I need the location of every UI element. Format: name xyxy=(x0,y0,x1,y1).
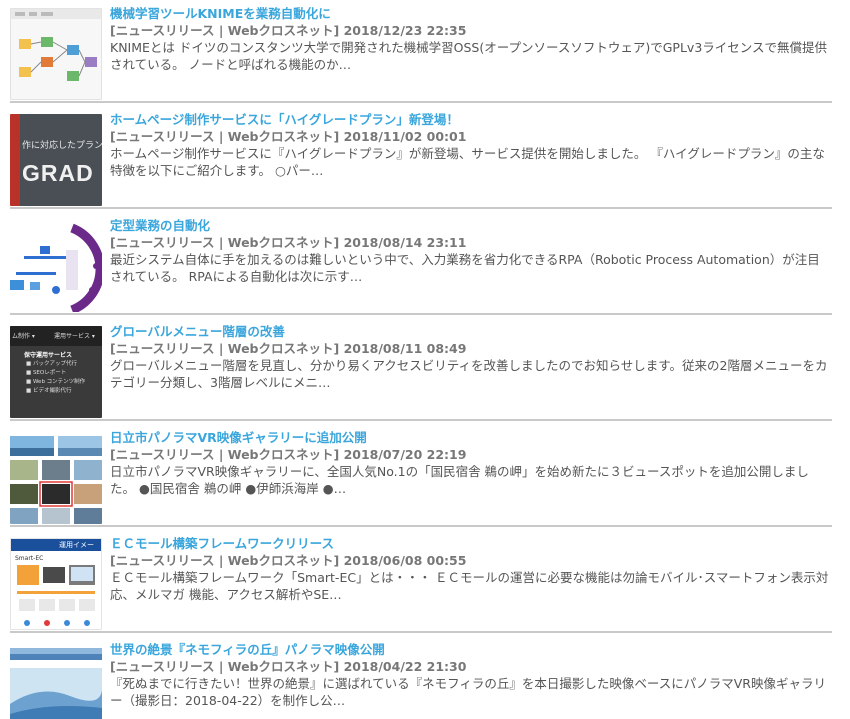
article-meta: [ニュースリリース | Webクロスネット] 2018/08/14 23:11 xyxy=(110,235,467,250)
thumb-menu-label: 運用サービス ▾ xyxy=(54,333,95,340)
high-grade-plan-thumbnail[interactable]: 作に対応したプラン GRAD xyxy=(10,114,102,206)
news-item: 世界の絶景『ネモフィラの丘』パノラマ映像公開 [ニュースリリース | Webクロ… xyxy=(0,636,850,719)
thumb-caption: 作に対応したプラン xyxy=(22,141,102,151)
thumb-menu-item: ■ SEOレポート xyxy=(26,370,67,376)
news-item: 定型業務の自動化 [ニュースリリース | Webクロスネット] 2018/08/… xyxy=(0,212,850,314)
article-title-link[interactable]: 定型業務の自動化 xyxy=(110,217,832,234)
news-item: ム制作 ▾ 運用サービス ▾ 保守運用サービス ■ バックアップ代行 ■ SEO… xyxy=(0,318,850,420)
article-title-link[interactable]: ＥＣモール構築フレームワークリリース xyxy=(110,535,832,552)
article-title-link[interactable]: グローバルメニュー階層の改善 xyxy=(110,323,832,340)
article-excerpt: 最近システム自体に手を加えるのは難しいという中で、入力業務を省力化できるRPA（… xyxy=(110,252,820,284)
nemophila-hill-thumbnail[interactable] xyxy=(10,644,102,719)
divider xyxy=(10,525,832,527)
article-excerpt: ホームページ制作サービスに『ハイグレードプラン』が新登場、サービス提供を開始しま… xyxy=(110,146,825,178)
thumb-menu-head: 保守運用サービス xyxy=(24,352,73,359)
article-excerpt: KNIMEとは ドイツのコンスタンツ大学で開発された機械学習OSS(オープンソー… xyxy=(110,40,828,72)
thumb-menu-item: ■ Web コンテンツ制作 xyxy=(26,379,86,385)
article-title-link[interactable]: 世界の絶景『ネモフィラの丘』パノラマ映像公開 xyxy=(110,641,832,658)
thumb-grade-text: GRAD xyxy=(22,160,94,186)
article-title-link[interactable]: ホームページ制作サービスに「ハイグレードプラン」新登場！ xyxy=(110,111,832,128)
article-meta: [ニュースリリース | Webクロスネット] 2018/06/08 00:55 xyxy=(110,553,467,568)
news-item: 機械学習ツールKNIMEを業務自動化に [ニュースリリース | Webクロスネッ… xyxy=(0,0,850,102)
rpa-automation-thumbnail[interactable] xyxy=(10,220,102,312)
thumb-menu-label: ム制作 ▾ xyxy=(12,333,35,340)
divider xyxy=(10,313,832,315)
divider xyxy=(10,207,832,209)
thumb-menu-item: ■ バックアップ代行 xyxy=(26,361,77,367)
article-title-link[interactable]: 日立市パノラマVR映像ギャラリーに追加公開 xyxy=(110,429,832,446)
article-excerpt: グローバルメニュー階層を見直し、分かり易くアクセスビリティを改善しましたのでお知… xyxy=(110,358,828,390)
global-menu-thumbnail[interactable]: ム制作 ▾ 運用サービス ▾ 保守運用サービス ■ バックアップ代行 ■ SEO… xyxy=(10,326,102,418)
divider xyxy=(10,101,832,103)
news-list: 機械学習ツールKNIMEを業務自動化に [ニュースリリース | Webクロスネッ… xyxy=(0,0,850,719)
article-excerpt: ＥＣモール構築フレームワーク「Smart-EC」とは・・・ ＥＣモールの運営に必… xyxy=(110,570,829,602)
hitachi-panorama-thumbnail[interactable] xyxy=(10,432,102,524)
article-excerpt: 日立市パノラマVR映像ギャラリーに、全国人気No.1の「国民宿舎 鵜の岬」を始め… xyxy=(110,464,809,496)
article-meta: [ニュースリリース | Webクロスネット] 2018/08/11 08:49 xyxy=(110,341,467,356)
article-meta: [ニュースリリース | Webクロスネット] 2018/04/22 21:30 xyxy=(110,659,467,674)
knime-workflow-thumbnail[interactable] xyxy=(10,8,102,100)
article-meta: [ニュースリリース | Webクロスネット] 2018/07/20 22:19 xyxy=(110,447,467,462)
article-meta: [ニュースリリース | Webクロスネット] 2018/12/23 22:35 xyxy=(110,23,467,38)
article-meta: [ニュースリリース | Webクロスネット] 2018/11/02 00:01 xyxy=(110,129,467,144)
divider xyxy=(10,631,832,633)
article-title-link[interactable]: 機械学習ツールKNIMEを業務自動化に xyxy=(110,5,832,22)
divider xyxy=(10,419,832,421)
thumb-menu-item: ■ ビデオ撮影代行 xyxy=(26,388,72,394)
news-item: 運用イメー Smart-EC ＥＣモール構築フレームワークリリース [ニュースリ… xyxy=(0,530,850,632)
ec-framework-thumbnail[interactable]: 運用イメー Smart-EC xyxy=(10,538,102,630)
article-excerpt: 『死ぬまでに行きたい！世界の絶景』に選ばれている『ネモフィラの丘』を本日撮影した… xyxy=(110,676,826,708)
news-item: 作に対応したプラン GRAD ホームページ制作サービスに「ハイグレードプラン」新… xyxy=(0,106,850,208)
news-item: 日立市パノラマVR映像ギャラリーに追加公開 [ニュースリリース | Webクロス… xyxy=(0,424,850,526)
